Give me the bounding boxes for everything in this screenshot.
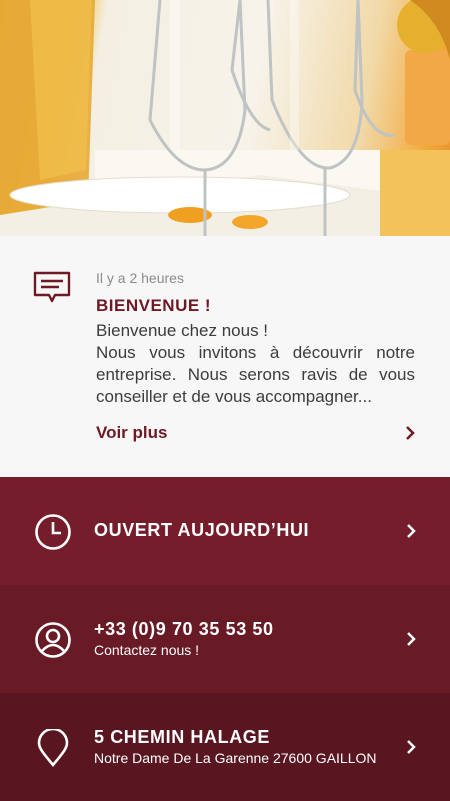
see-more-link[interactable]: Voir plus bbox=[96, 421, 415, 445]
phone-row[interactable]: +33 (0)9 70 35 53 50 Contactez nous ! bbox=[0, 585, 450, 693]
message-icon bbox=[33, 271, 71, 303]
address-row[interactable]: 5 CHEMIN HALAGE Notre Dame De La Garenne… bbox=[0, 693, 450, 801]
chevron-right-icon bbox=[406, 426, 415, 440]
wine-glasses-illustration bbox=[0, 0, 450, 236]
phone-number: +33 (0)9 70 35 53 50 bbox=[94, 619, 274, 639]
notice-time: Il y a 2 heures bbox=[96, 270, 184, 286]
opening-hours-row[interactable]: OUVERT AUJOURD’HUI bbox=[0, 477, 450, 585]
notice-body-line2: Nous vous invitons à découvrir notre ent… bbox=[96, 343, 415, 406]
user-icon bbox=[35, 622, 71, 658]
notice-title: BIENVENUE ! bbox=[96, 296, 212, 315]
address-street: 5 CHEMIN HALAGE bbox=[94, 727, 271, 747]
hero-image bbox=[0, 0, 450, 236]
chevron-right-icon bbox=[407, 524, 416, 538]
chevron-right-icon bbox=[407, 632, 416, 646]
see-more-label: Voir plus bbox=[96, 423, 168, 442]
location-pin-icon bbox=[37, 729, 69, 767]
clock-icon bbox=[35, 514, 71, 550]
phone-subtitle: Contactez nous ! bbox=[94, 642, 200, 658]
address-city: Notre Dame De La Garenne 27600 GAILLON bbox=[94, 750, 377, 766]
notification-card[interactable]: Il y a 2 heures BIENVENUE ! Bienvenue ch… bbox=[0, 236, 450, 477]
chevron-right-icon bbox=[407, 740, 416, 754]
notice-body: Bienvenue chez nous ! Nous vous invitons… bbox=[96, 320, 415, 408]
hours-label: OUVERT AUJOURD’HUI bbox=[94, 520, 310, 540]
notice-body-line1: Bienvenue chez nous ! bbox=[96, 321, 269, 340]
